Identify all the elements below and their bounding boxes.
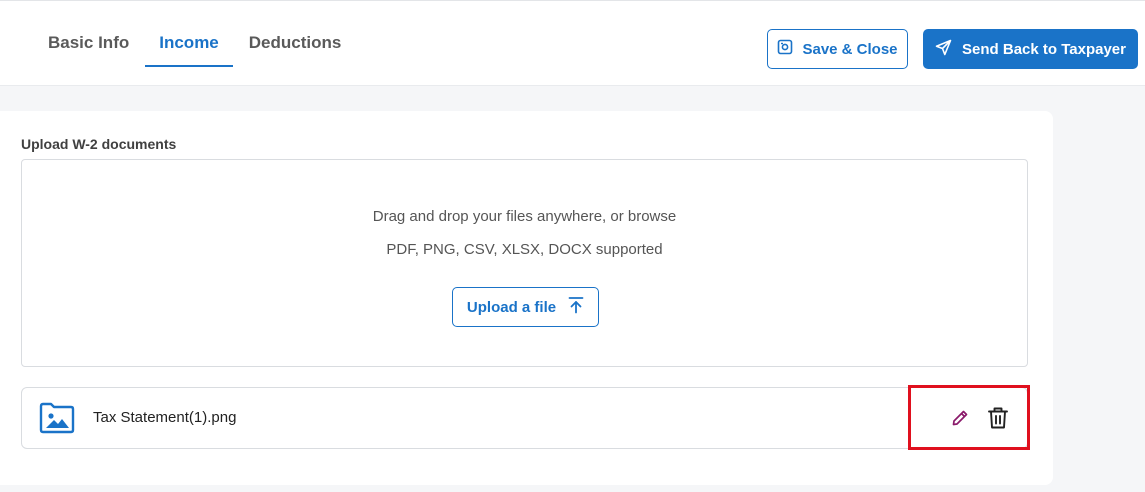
upload-file-button[interactable]: Upload a file bbox=[452, 287, 599, 327]
section-label: Upload W-2 documents bbox=[21, 136, 177, 152]
supported-formats: PDF, PNG, CSV, XLSX, DOCX supported bbox=[386, 241, 663, 258]
tab-income[interactable]: Income bbox=[145, 21, 233, 67]
send-icon bbox=[935, 39, 952, 60]
image-folder-icon bbox=[39, 402, 75, 434]
tab-bar: Basic Info Income Deductions bbox=[34, 21, 357, 67]
upload-arrow-icon bbox=[568, 296, 584, 318]
tab-basic-info[interactable]: Basic Info bbox=[34, 21, 143, 67]
send-back-label: Send Back to Taxpayer bbox=[962, 40, 1126, 58]
dropzone-instructions: Drag and drop your files anywhere, or br… bbox=[372, 208, 677, 225]
highlight-box bbox=[908, 385, 1030, 450]
save-close-label: Save & Close bbox=[802, 40, 898, 58]
top-bar: Basic Info Income Deductions Save & Clos… bbox=[0, 0, 1145, 86]
upload-button-label: Upload a file bbox=[466, 298, 557, 316]
save-close-button[interactable]: Save & Close bbox=[767, 29, 908, 69]
file-name: Tax Statement(1).png bbox=[93, 409, 237, 426]
upload-card: Upload W-2 documents Drag and drop your … bbox=[0, 111, 1053, 485]
uploaded-file-row: Tax Statement(1).png bbox=[21, 387, 1028, 449]
save-icon bbox=[777, 39, 793, 59]
file-dropzone[interactable]: Drag and drop your files anywhere, or br… bbox=[21, 159, 1028, 367]
send-back-button[interactable]: Send Back to Taxpayer bbox=[923, 29, 1138, 69]
tab-deductions[interactable]: Deductions bbox=[235, 21, 356, 67]
